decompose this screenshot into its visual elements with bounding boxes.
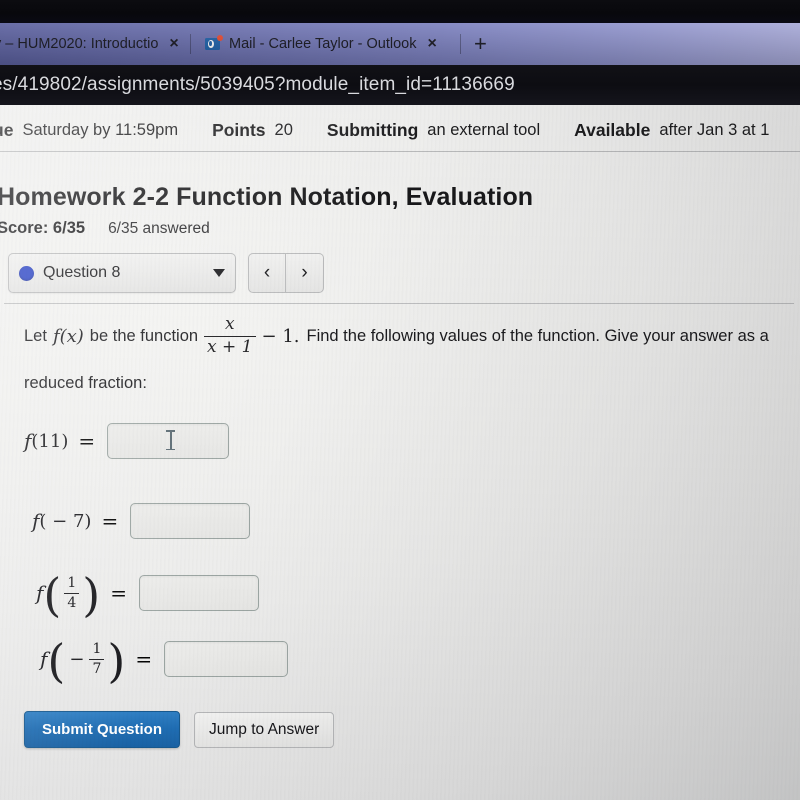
answer-input-2[interactable] <box>130 503 251 540</box>
question-select-label: Question 8 <box>43 264 121 281</box>
due-label: ue <box>0 119 14 140</box>
new-tab-button[interactable]: + <box>474 32 487 56</box>
prev-question-button[interactable]: ‹ <box>248 253 286 293</box>
function-fraction: x x + 1 <box>204 314 256 358</box>
equals-sign: = <box>101 509 119 534</box>
fraction-bar <box>64 592 80 595</box>
submitting-value: an external tool <box>427 120 541 139</box>
fraction-numerator: 1 <box>92 640 102 657</box>
answer-label: f( − 7) <box>32 509 91 533</box>
argument-fraction: 1 7 <box>89 640 105 678</box>
score-row: Score: 6/35 6/35 answered <box>0 219 210 238</box>
answer-label-arg: ( − 7) <box>39 510 92 532</box>
answer-label: f (11) <box>24 429 68 453</box>
tab-divider <box>190 34 191 54</box>
answer-row: f (11) = <box>24 423 800 460</box>
screen-photograph: y – HUM2020: Introductio × Mail - Carlee… <box>0 0 800 800</box>
answer-input-4[interactable] <box>164 641 289 678</box>
prompt-part-2: be the function <box>89 326 199 345</box>
equals-sign: = <box>110 581 127 606</box>
argument-fraction: 1 4 <box>64 574 80 612</box>
argument-sign: − <box>69 648 85 670</box>
available-label: Available <box>574 119 651 140</box>
next-question-button[interactable]: › <box>286 253 324 293</box>
question-prompt-line2: reduced fraction: <box>24 374 147 393</box>
question-select[interactable]: Question 8 <box>8 253 236 293</box>
minus-one-term: − 1. <box>261 325 300 347</box>
fraction-denominator: x + 1 <box>207 337 253 358</box>
page-title: Homework 2-2 Function Notation, Evaluati… <box>0 183 534 211</box>
available-value: after Jan 3 at 1 <box>659 120 770 139</box>
submitting-label: Submitting <box>326 119 419 140</box>
due-value: Saturday by 11:59pm <box>22 120 179 139</box>
question-prompt: Let f(x) be the function x x + 1 − 1. Fi… <box>24 314 800 358</box>
fraction-numerator: 1 <box>67 574 77 591</box>
browser-tab-canvas[interactable]: y – HUM2020: Introductio × <box>0 23 179 65</box>
jump-to-answer-button[interactable]: Jump to Answer <box>194 711 335 748</box>
points-value: 20 <box>274 120 293 139</box>
tab-title: y – HUM2020: Introductio <box>0 36 159 52</box>
question-pager: ‹ › <box>248 253 324 293</box>
answer-label: f ( 1 4 ) <box>36 568 101 623</box>
answer-row: f ( − 1 7 ) = <box>40 634 800 689</box>
question-divider <box>4 303 794 304</box>
answer-input-3[interactable] <box>139 575 259 612</box>
function-notation: f(x) <box>52 325 84 347</box>
fraction-bar <box>89 658 105 661</box>
browser-tab-strip: y – HUM2020: Introductio × Mail - Carlee… <box>0 23 800 65</box>
answer-input-1[interactable] <box>107 423 230 460</box>
address-bar[interactable]: es/419802/assignments/5039405?module_ite… <box>0 65 800 105</box>
answer-label-fn: f <box>24 429 32 454</box>
browser-tab-outlook[interactable]: Mail - Carlee Taylor - Outlook × <box>205 23 437 65</box>
answer-label-fn: f <box>36 581 44 606</box>
score-label: Score: 6/35 <box>0 219 86 237</box>
equals-sign: = <box>135 647 153 672</box>
tab-title: Mail - Carlee Taylor - Outlook <box>229 36 417 52</box>
question-nav-bar: Question 8 ‹ › <box>8 253 324 293</box>
tab-divider <box>460 34 461 54</box>
fraction-denominator: 7 <box>92 660 102 677</box>
chevron-down-icon <box>213 269 225 277</box>
assignment-meta-bar: ue Saturday by 11:59pm Points 20 Submitt… <box>0 111 800 149</box>
points-label: Points <box>212 119 266 140</box>
meta-divider <box>0 151 800 152</box>
answer-label-fn: f <box>32 509 40 534</box>
answer-label: f ( − 1 7 ) <box>40 634 126 689</box>
answer-row: f( − 7) = <box>32 503 800 540</box>
close-icon[interactable]: × <box>428 36 437 52</box>
answer-label-fn: f <box>40 647 48 672</box>
prompt-part-1: Let <box>24 326 47 345</box>
canvas-page: ue Saturday by 11:59pm Points 20 Submitt… <box>0 105 800 800</box>
prompt-part-3: Find the following values of the functio… <box>306 326 769 345</box>
submit-question-button[interactable]: Submit Question <box>24 711 180 749</box>
answered-label: 6/35 answered <box>108 220 210 237</box>
outlook-icon <box>205 34 223 52</box>
answer-row: f ( 1 4 ) = <box>36 568 800 623</box>
fraction-denominator: 4 <box>67 594 77 611</box>
action-button-row: Submit Question Jump to Answer <box>24 711 800 749</box>
equals-sign: = <box>78 429 96 454</box>
fraction-numerator: x <box>224 314 235 334</box>
close-icon[interactable]: × <box>169 36 178 52</box>
text-cursor-icon <box>166 430 176 451</box>
url-text: es/419802/assignments/5039405?module_ite… <box>0 74 515 95</box>
answer-label-arg: (11) <box>31 430 69 452</box>
question-body: Let f(x) be the function x x + 1 − 1. Fi… <box>24 314 800 749</box>
monitor-bezel <box>0 0 800 23</box>
status-badge <box>19 265 34 281</box>
